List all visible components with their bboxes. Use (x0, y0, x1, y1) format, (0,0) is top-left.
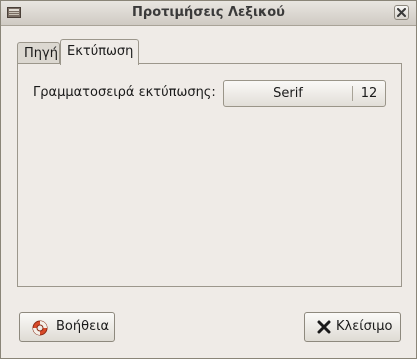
titlebar[interactable]: Προτιμήσεις Λεξικού (1, 1, 416, 26)
close-button[interactable]: Κλείσιμο (304, 312, 401, 342)
print-tab-panel: Γραμματοσειρά εκτύπωσης: Serif 12 (17, 63, 402, 287)
help-button[interactable]: Βοήθεια (19, 312, 115, 342)
font-size-value: 12 (360, 86, 378, 101)
font-name-value: Serif (273, 86, 303, 101)
close-icon (397, 8, 406, 17)
tab-print[interactable]: Εκτύπωση (60, 39, 139, 65)
window-title: Προτιμήσεις Λεξικού (132, 5, 285, 20)
x-icon (317, 320, 331, 338)
print-font-label: Γραμματοσειρά εκτύπωσης: (33, 85, 216, 100)
tab-source[interactable]: Πηγή (17, 42, 60, 64)
preferences-dialog: Προτιμήσεις Λεξικού Πηγή Εκτύπωση Γραμμα… (0, 0, 417, 359)
lifebuoy-icon (32, 320, 48, 340)
titlebar-close-button[interactable] (394, 5, 409, 20)
close-button-label: Κλείσιμο (336, 319, 393, 334)
print-font-button[interactable]: Serif 12 (223, 80, 386, 107)
help-button-label: Βοήθεια (56, 319, 110, 334)
